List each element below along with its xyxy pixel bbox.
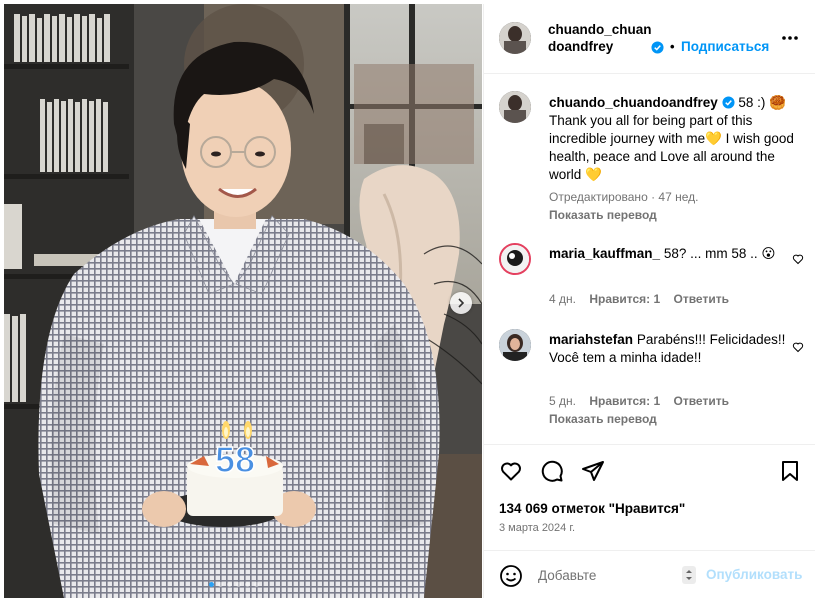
post-dialog: 58 chuando_chuan doandfrey • Подписаться… [0, 0, 815, 599]
like-heart-icon[interactable] [499, 459, 523, 483]
comment-likes[interactable]: Нравится: 1 [589, 292, 660, 306]
likes-count[interactable]: 134 069 отметок "Нравится" [499, 501, 685, 516]
save-bookmark-icon[interactable] [778, 459, 802, 483]
emoji-icon[interactable] [499, 564, 523, 588]
chevron-right-icon [458, 298, 465, 308]
comment-text: maria_kauffman_ 58? ... mm 58 .. 😮 [549, 245, 795, 263]
caption-translate-link[interactable]: Показать перевод [549, 208, 657, 222]
comment-bubble-icon[interactable] [540, 459, 564, 483]
comment-reply-button[interactable]: Ответить [674, 292, 729, 306]
follow-button[interactable]: Подписаться [681, 39, 769, 54]
carousel-dot [236, 582, 241, 587]
cake-candle-number: 58 [215, 439, 255, 480]
comment-composer: Опубликовать [484, 550, 815, 598]
caption-edited: Отредактировано · 47 нед. [549, 190, 699, 204]
carousel-indicator [209, 582, 259, 587]
comment-meta: 5 дн. Нравится: 1 Ответить [549, 394, 729, 408]
post-sidebar: chuando_chuan doandfrey • Подписаться ch… [483, 4, 815, 598]
comment-body: 58? ... mm 58 .. 😮 [663, 246, 776, 261]
carousel-dot [209, 582, 214, 587]
post-date: 3 марта 2024 г. [499, 522, 576, 534]
share-send-icon[interactable] [581, 459, 605, 483]
author-username-line2[interactable]: doandfrey [548, 39, 613, 54]
comment-avatar[interactable] [499, 329, 531, 361]
comment-avatar[interactable] [499, 243, 531, 275]
carousel-dot [218, 582, 223, 587]
stepper-arrows-icon [686, 570, 692, 580]
publish-button[interactable]: Опубликовать [706, 567, 802, 582]
comment-input[interactable] [538, 564, 678, 586]
post-photo[interactable]: 58 [4, 4, 482, 598]
post-header: chuando_chuan doandfrey • Подписаться [484, 4, 815, 74]
author-username-line1[interactable]: chuando_chuan [548, 22, 652, 37]
comment-likes[interactable]: Нравится: 1 [589, 394, 660, 408]
heart-icon[interactable] [792, 341, 804, 353]
carousel-next-button[interactable] [450, 292, 472, 314]
comment-meta: 4 дн. Нравится: 1 Ответить [549, 292, 729, 306]
caption-text: chuando_chuandoandfrey 58 :) 🥮 Thank you… [549, 94, 795, 184]
photo-illustration: 58 [4, 4, 482, 598]
comment-reply-button[interactable]: Ответить [674, 394, 729, 408]
more-options-icon[interactable] [780, 30, 800, 46]
header-separator: • [670, 39, 675, 54]
caption-avatar[interactable] [499, 91, 531, 123]
author-avatar[interactable] [499, 22, 531, 54]
action-bar: 134 069 отметок "Нравится" 3 марта 2024 … [484, 444, 815, 544]
comment-time: 4 дн. [549, 292, 576, 306]
comment-time: 5 дн. [549, 394, 576, 408]
verified-badge-icon [722, 96, 735, 109]
caption-username[interactable]: chuando_chuandoandfrey [549, 95, 718, 110]
comment-username[interactable]: mariahstefan [549, 332, 633, 347]
comment-text: mariahstefan Parabéns!!! Felicidades!! V… [549, 331, 795, 367]
heart-icon[interactable] [792, 253, 804, 265]
comment-username[interactable]: maria_kauffman_ [549, 246, 660, 261]
carousel-dot [254, 582, 259, 587]
verified-badge-icon [651, 41, 664, 54]
comment-translate-link[interactable]: Показать перевод [549, 412, 657, 426]
input-resize-handle[interactable] [682, 566, 696, 584]
carousel-dot [227, 582, 232, 587]
carousel-dot [245, 582, 250, 587]
comments-list[interactable]: chuando_chuandoandfrey 58 :) 🥮 Thank you… [484, 75, 815, 443]
